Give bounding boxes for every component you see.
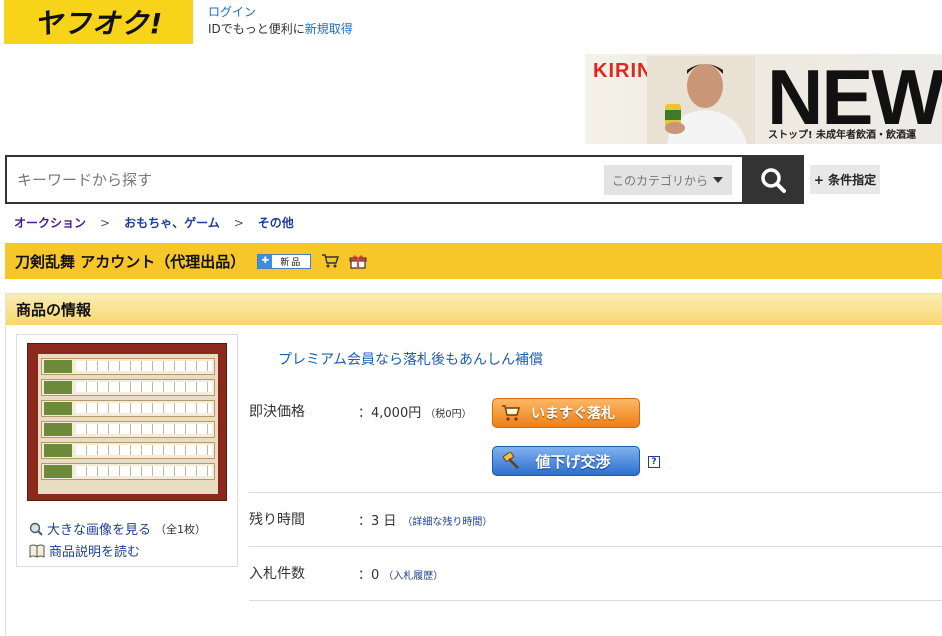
chevron-down-icon (713, 177, 724, 183)
login-sub-prefix: IDでもっと便利に (208, 22, 305, 36)
cart-icon (502, 405, 520, 421)
detailed-time-link[interactable]: （詳細な残り時間） (402, 513, 492, 528)
search-input[interactable] (7, 157, 602, 202)
buy-now-label: いますぐ落札 (531, 406, 615, 422)
category-select[interactable]: このカテゴリから (604, 165, 732, 195)
read-description-link[interactable]: 商品説明を読む (29, 541, 140, 560)
info-header: 商品の情報 (6, 294, 942, 325)
breadcrumb-auction[interactable]: オークション (14, 214, 86, 231)
category-select-label: このカテゴリから (612, 173, 709, 188)
ad-banner[interactable]: KIRIN NEW ストップ! 未成年者飲酒・飲酒運 (585, 54, 942, 144)
magnifier-icon (29, 522, 43, 536)
read-description-label: 商品説明を読む (49, 545, 141, 560)
login-link[interactable]: ログイン (208, 4, 353, 21)
thumbnail-row (41, 400, 215, 417)
gift-icon (349, 255, 367, 269)
thumbnail-row (41, 463, 215, 480)
row-divider (249, 546, 942, 547)
bid-count-value: ：0 (358, 568, 380, 583)
thumbnail-row (41, 358, 215, 375)
item-title-bar: 刀剣乱舞 アカウント（代理出品） ✚ 新品 (5, 243, 942, 279)
buy-now-button[interactable]: いますぐ落札 (492, 398, 640, 428)
help-icon[interactable]: ? (648, 456, 660, 468)
breadcrumb-toys-games[interactable]: おもちゃ、ゲーム (124, 214, 220, 231)
gavel-icon (502, 452, 519, 469)
row-divider (249, 600, 942, 601)
row-divider (249, 492, 942, 493)
login-subtext: IDでもっと便利に新規取得 (208, 22, 353, 36)
remaining-time: ：3 日 （詳細な残り時間） (358, 510, 492, 529)
buyout-tax: （税0円） (425, 409, 472, 420)
breadcrumb-other[interactable]: その他 (258, 214, 294, 231)
search-button[interactable] (742, 155, 804, 204)
remaining-time-label: 残り時間 (249, 512, 305, 528)
badge-icon: ✚ (258, 254, 273, 268)
register-link[interactable]: 新規取得 (305, 22, 353, 36)
thumbnail-row (41, 442, 215, 459)
item-title: 刀剣乱舞 アカウント（代理出品） (15, 252, 246, 271)
thumbnail-content (38, 354, 218, 494)
new-badge-label: 新品 (280, 257, 303, 268)
thumbnail-row (41, 421, 215, 438)
negotiate-label: 値下げ交渉 (535, 452, 611, 471)
info-section-title: 商品の情報 (16, 301, 92, 319)
remaining-time-value: ：3 日 (358, 514, 397, 529)
enlarge-image-label: 大きな画像を見る (47, 523, 152, 538)
ad-note: ストップ! 未成年者飲酒・飲酒運 (768, 130, 917, 141)
image-box: 大きな画像を見る （全1枚） 商品説明を読む (16, 334, 238, 567)
breadcrumb-separator: > (100, 215, 111, 230)
cart-icon (322, 254, 340, 268)
bid-history-link[interactable]: （入札履歴） (383, 567, 443, 582)
negotiate-price-button[interactable]: 値下げ交渉 (492, 446, 640, 476)
breadcrumb-separator: > (233, 215, 244, 230)
advanced-search-button[interactable]: + 条件指定 (810, 165, 880, 194)
yahoo-auction-logo[interactable]: ヤフオク! (4, 0, 193, 44)
buyout-value: ：4,000円 (358, 406, 422, 421)
image-count: （全1枚） (155, 522, 207, 536)
item-info-panel: 商品の情報 大きな画像を見る （全1枚） 商品説明を読む プレミアム会員なら落札… (5, 293, 942, 636)
breadcrumb: オークション > おもちゃ、ゲーム > その他 (14, 214, 294, 231)
enlarge-image-link[interactable]: 大きな画像を見る （全1枚） (29, 519, 206, 538)
new-item-badge: ✚ 新品 (257, 253, 312, 269)
item-thumbnail[interactable] (27, 343, 227, 501)
search-bar: このカテゴリから (5, 155, 804, 204)
bid-count-label: 入札件数 (249, 566, 305, 582)
premium-protection-link[interactable]: プレミアム会員なら落札後もあんしん補償 (278, 349, 543, 369)
buyout-price: ：4,000円 （税0円） (358, 402, 472, 421)
buyout-label: 即決価格 (249, 404, 305, 420)
ad-brand: KIRIN (593, 60, 653, 82)
book-icon (29, 544, 45, 558)
ad-person-image (647, 56, 755, 144)
logo-text: ヤフオク! (34, 7, 164, 40)
search-icon (761, 167, 786, 193)
thumbnail-row (41, 379, 215, 396)
bid-count: ：0 （入札履歴） (358, 564, 443, 583)
login-area: ログイン IDでもっと便利に新規取得 (208, 4, 353, 38)
